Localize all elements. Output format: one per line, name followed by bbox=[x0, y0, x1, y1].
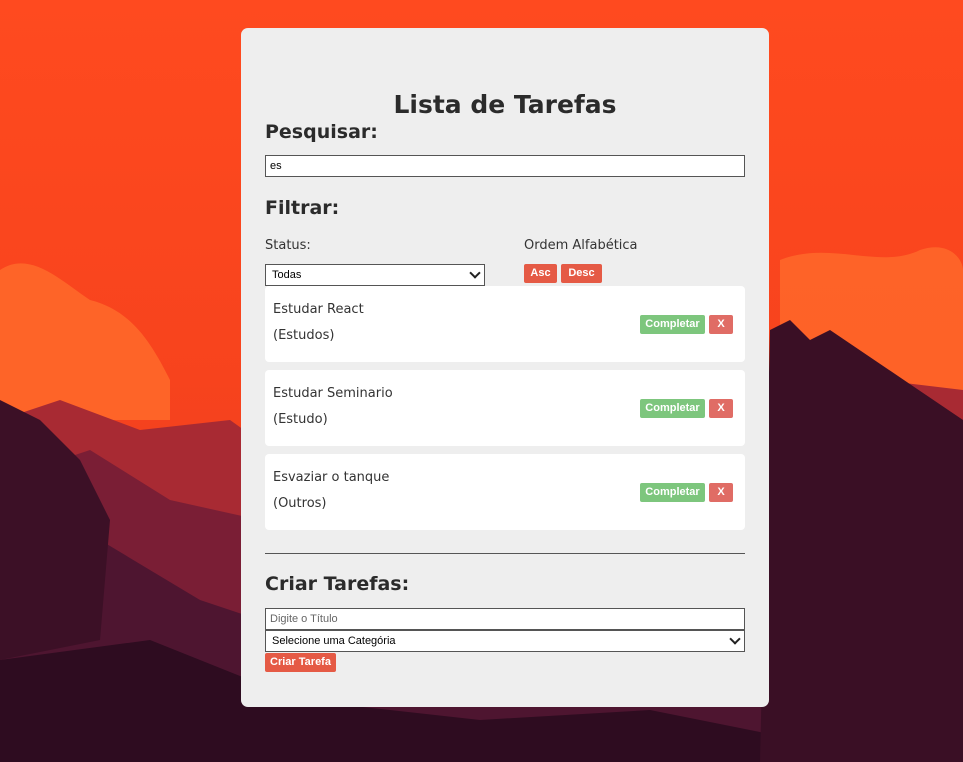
complete-button[interactable]: Completar bbox=[640, 399, 705, 418]
chevron-down-icon bbox=[729, 633, 741, 645]
task-item: Estudar Seminario (Estudo) Completar X bbox=[265, 370, 745, 446]
search-input[interactable]: es bbox=[265, 155, 745, 177]
category-select[interactable]: Selecione uma Categória bbox=[265, 630, 745, 652]
filter-heading: Filtrar: bbox=[265, 197, 340, 219]
task-category: (Outros) bbox=[273, 496, 327, 511]
status-label: Status: bbox=[265, 238, 311, 253]
create-task-button[interactable]: Criar Tarefa bbox=[265, 653, 336, 672]
chevron-down-icon bbox=[469, 267, 481, 279]
sort-asc-button[interactable]: Asc bbox=[524, 264, 557, 283]
page-title: Lista de Tarefas bbox=[393, 90, 617, 119]
category-select-value: Selecione uma Categória bbox=[272, 635, 396, 647]
divider bbox=[265, 553, 745, 554]
status-select-value: Todas bbox=[272, 269, 302, 281]
task-item: Esvaziar o tanque (Outros) Completar X bbox=[265, 454, 745, 530]
order-label: Ordem Alfabética bbox=[524, 238, 638, 253]
create-heading: Criar Tarefas: bbox=[265, 573, 410, 595]
todo-card: Lista de Tarefas Pesquisar: es Filtrar: … bbox=[241, 28, 769, 707]
complete-button[interactable]: Completar bbox=[640, 483, 705, 502]
task-title: Estudar React bbox=[273, 302, 364, 317]
sort-desc-button[interactable]: Desc bbox=[561, 264, 602, 283]
status-select[interactable]: Todas bbox=[265, 264, 485, 286]
complete-button[interactable]: Completar bbox=[640, 315, 705, 334]
task-category: (Estudos) bbox=[273, 328, 335, 343]
task-title-input[interactable]: Digite o Título bbox=[265, 608, 745, 630]
search-heading: Pesquisar: bbox=[265, 121, 378, 143]
task-title: Esvaziar o tanque bbox=[273, 470, 390, 485]
delete-button[interactable]: X bbox=[709, 315, 733, 334]
task-category: (Estudo) bbox=[273, 412, 328, 427]
delete-button[interactable]: X bbox=[709, 399, 733, 418]
task-item: Estudar React (Estudos) Completar X bbox=[265, 286, 745, 362]
delete-button[interactable]: X bbox=[709, 483, 733, 502]
task-title: Estudar Seminario bbox=[273, 386, 393, 401]
